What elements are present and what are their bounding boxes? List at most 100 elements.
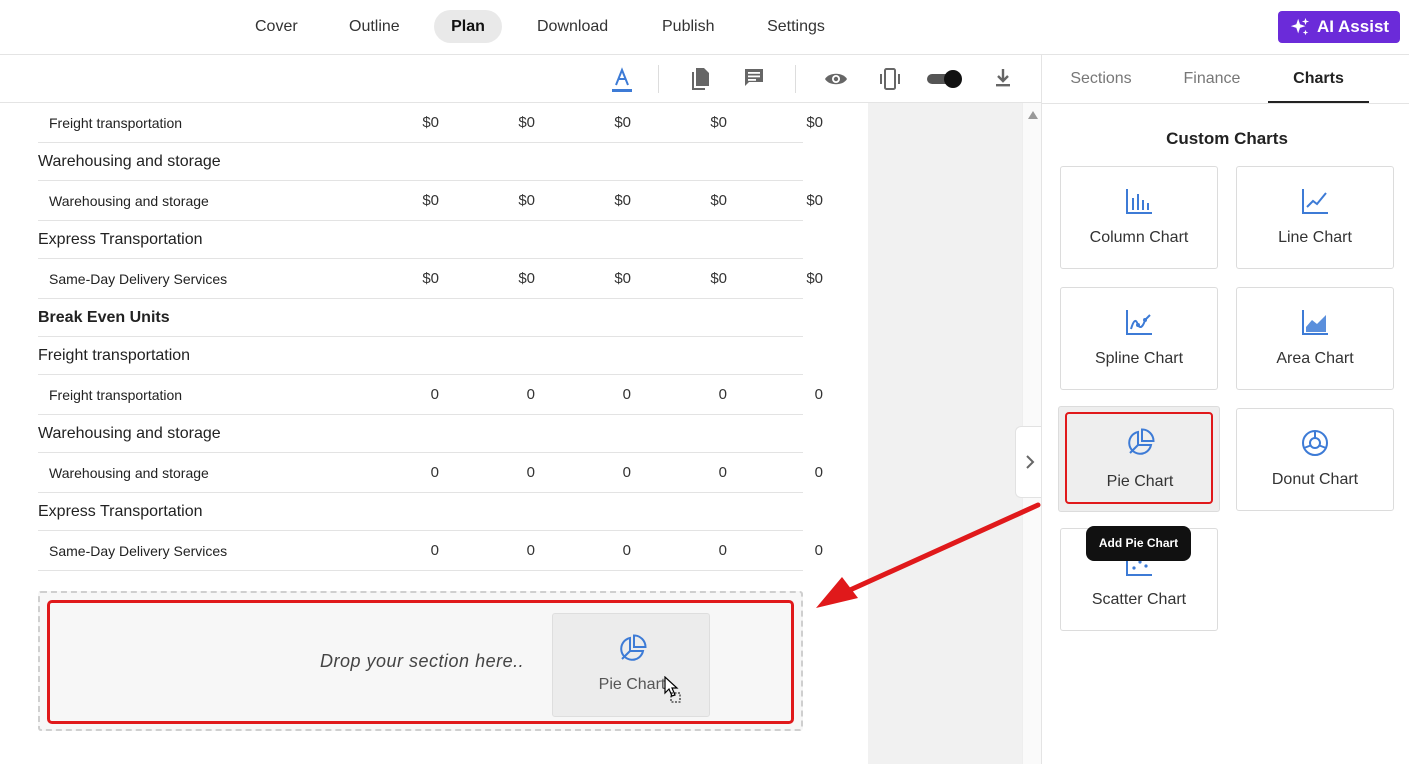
row-label: Express Transportation — [38, 503, 203, 520]
row-value: 0 — [718, 464, 727, 481]
row-label: Same-Day Delivery Services — [49, 271, 228, 287]
download-icon[interactable] — [992, 67, 1016, 91]
row-label: Same-Day Delivery Services — [49, 543, 228, 559]
table-row: Warehousing and storage — [38, 143, 803, 181]
tab-plan[interactable]: Plan — [434, 10, 502, 43]
tab-charts[interactable]: Charts — [1268, 55, 1369, 103]
spline-chart-icon — [1124, 307, 1154, 337]
spline-chart-card[interactable]: Spline Chart — [1060, 287, 1218, 390]
chart-label: Scatter Chart — [1091, 591, 1187, 608]
mobile-preview-icon[interactable] — [878, 67, 902, 91]
row-value: $0 — [614, 114, 631, 131]
ai-assist-button[interactable]: AI Assist — [1278, 11, 1400, 43]
row-value: 0 — [526, 464, 535, 481]
row-value: $0 — [614, 192, 631, 209]
table-row: Break Even Units — [38, 299, 803, 337]
column-chart-icon — [1124, 186, 1154, 216]
row-value: 0 — [718, 386, 727, 403]
row-value: $0 — [422, 270, 439, 287]
drag-cursor-icon — [664, 676, 684, 704]
editor-toolbar — [0, 55, 1041, 103]
text-format-icon[interactable] — [610, 67, 634, 92]
row-value: 0 — [622, 386, 631, 403]
row-value: $0 — [422, 114, 439, 131]
row-value: $0 — [710, 114, 727, 131]
top-navigation: Cover Outline Plan Download Publish Sett… — [0, 0, 1409, 55]
chart-label: Donut Chart — [1271, 471, 1359, 488]
row-value: 0 — [718, 542, 727, 559]
chart-label: Column Chart — [1089, 229, 1189, 246]
comment-icon[interactable] — [743, 67, 767, 91]
table-row: Warehousing and storage $0 $0 $0 $0 $0 — [38, 181, 823, 221]
scroll-up-icon[interactable] — [1028, 111, 1038, 119]
chart-label: Pie Chart — [1106, 473, 1174, 490]
section-drop-zone[interactable]: Drop your section here.. Pie Chart — [38, 591, 803, 731]
add-pie-chart-tooltip: Add Pie Chart — [1086, 526, 1191, 561]
tabs-divider — [1042, 103, 1409, 104]
row-label: Freight transportation — [38, 347, 191, 364]
pie-chart-icon — [617, 634, 647, 664]
row-value: $0 — [614, 270, 631, 287]
column-chart-card[interactable]: Column Chart — [1060, 166, 1218, 269]
pie-chart-card[interactable]: Pie Chart — [1058, 406, 1220, 512]
row-label: Warehousing and storage — [38, 425, 221, 442]
panel-collapse-button[interactable] — [1015, 426, 1043, 498]
drop-zone-text: Drop your section here.. — [320, 651, 525, 671]
toolbar-divider — [795, 65, 796, 93]
row-value: $0 — [806, 114, 823, 131]
chart-label: Area Chart — [1276, 350, 1354, 367]
chart-label: Spline Chart — [1094, 350, 1184, 367]
table-row: Warehousing and storage — [38, 415, 803, 453]
row-value: $0 — [806, 192, 823, 209]
row-value: 0 — [622, 542, 631, 559]
chart-label: Line Chart — [1278, 229, 1352, 246]
eye-icon[interactable] — [824, 67, 848, 91]
table-row: Freight transportation 0 0 0 0 0 — [38, 375, 823, 415]
row-value: 0 — [526, 542, 535, 559]
row-label: Break Even Units — [38, 309, 170, 326]
tab-cover[interactable]: Cover — [239, 10, 311, 43]
dragged-pie-chart-card[interactable]: Pie Chart — [552, 613, 710, 717]
row-label: Warehousing and storage — [38, 153, 221, 170]
view-toggle-switch[interactable] — [927, 70, 963, 88]
row-value: 0 — [430, 386, 439, 403]
row-value: 0 — [430, 464, 439, 481]
row-value: 0 — [430, 542, 439, 559]
document-icon[interactable] — [689, 67, 713, 91]
tab-sections[interactable]: Sections — [1060, 55, 1142, 103]
area-chart-card[interactable]: Area Chart — [1236, 287, 1394, 390]
row-value: $0 — [518, 192, 535, 209]
row-label: Warehousing and storage — [49, 465, 209, 481]
canvas-margin — [868, 103, 1022, 764]
pie-chart-icon — [1125, 428, 1155, 458]
table-row: Freight transportation $0 $0 $0 $0 $0 — [38, 103, 823, 143]
area-chart-icon — [1300, 307, 1330, 337]
line-chart-card[interactable]: Line Chart — [1236, 166, 1394, 269]
row-value: 0 — [526, 386, 535, 403]
row-value: $0 — [518, 114, 535, 131]
tab-settings[interactable]: Settings — [751, 10, 841, 43]
row-value: $0 — [422, 192, 439, 209]
toggle-knob — [944, 70, 962, 88]
chevron-right-icon — [1025, 454, 1035, 470]
tab-finance[interactable]: Finance — [1172, 55, 1252, 103]
drag-direction-arrow-icon — [816, 502, 1041, 608]
row-value: 0 — [814, 464, 823, 481]
table-row: Express Transportation — [38, 221, 803, 259]
row-label: Freight transportation — [49, 115, 183, 131]
sparkle-icon — [1289, 16, 1311, 38]
tab-outline[interactable]: Outline — [333, 10, 415, 43]
row-label: Express Transportation — [38, 231, 203, 248]
row-label: Warehousing and storage — [49, 193, 209, 209]
row-value: $0 — [710, 192, 727, 209]
toolbar-divider — [658, 65, 659, 93]
tab-download[interactable]: Download — [521, 10, 623, 43]
tab-publish[interactable]: Publish — [646, 10, 730, 43]
row-value: 0 — [814, 386, 823, 403]
line-chart-icon — [1300, 186, 1330, 216]
custom-charts-title: Custom Charts — [1166, 129, 1288, 148]
row-value: $0 — [518, 270, 535, 287]
table-row: Same-Day Delivery Services $0 $0 $0 $0 $0 — [38, 259, 823, 299]
table-row: Same-Day Delivery Services 0 0 0 0 0 — [38, 531, 823, 571]
donut-chart-card[interactable]: Donut Chart — [1236, 408, 1394, 511]
